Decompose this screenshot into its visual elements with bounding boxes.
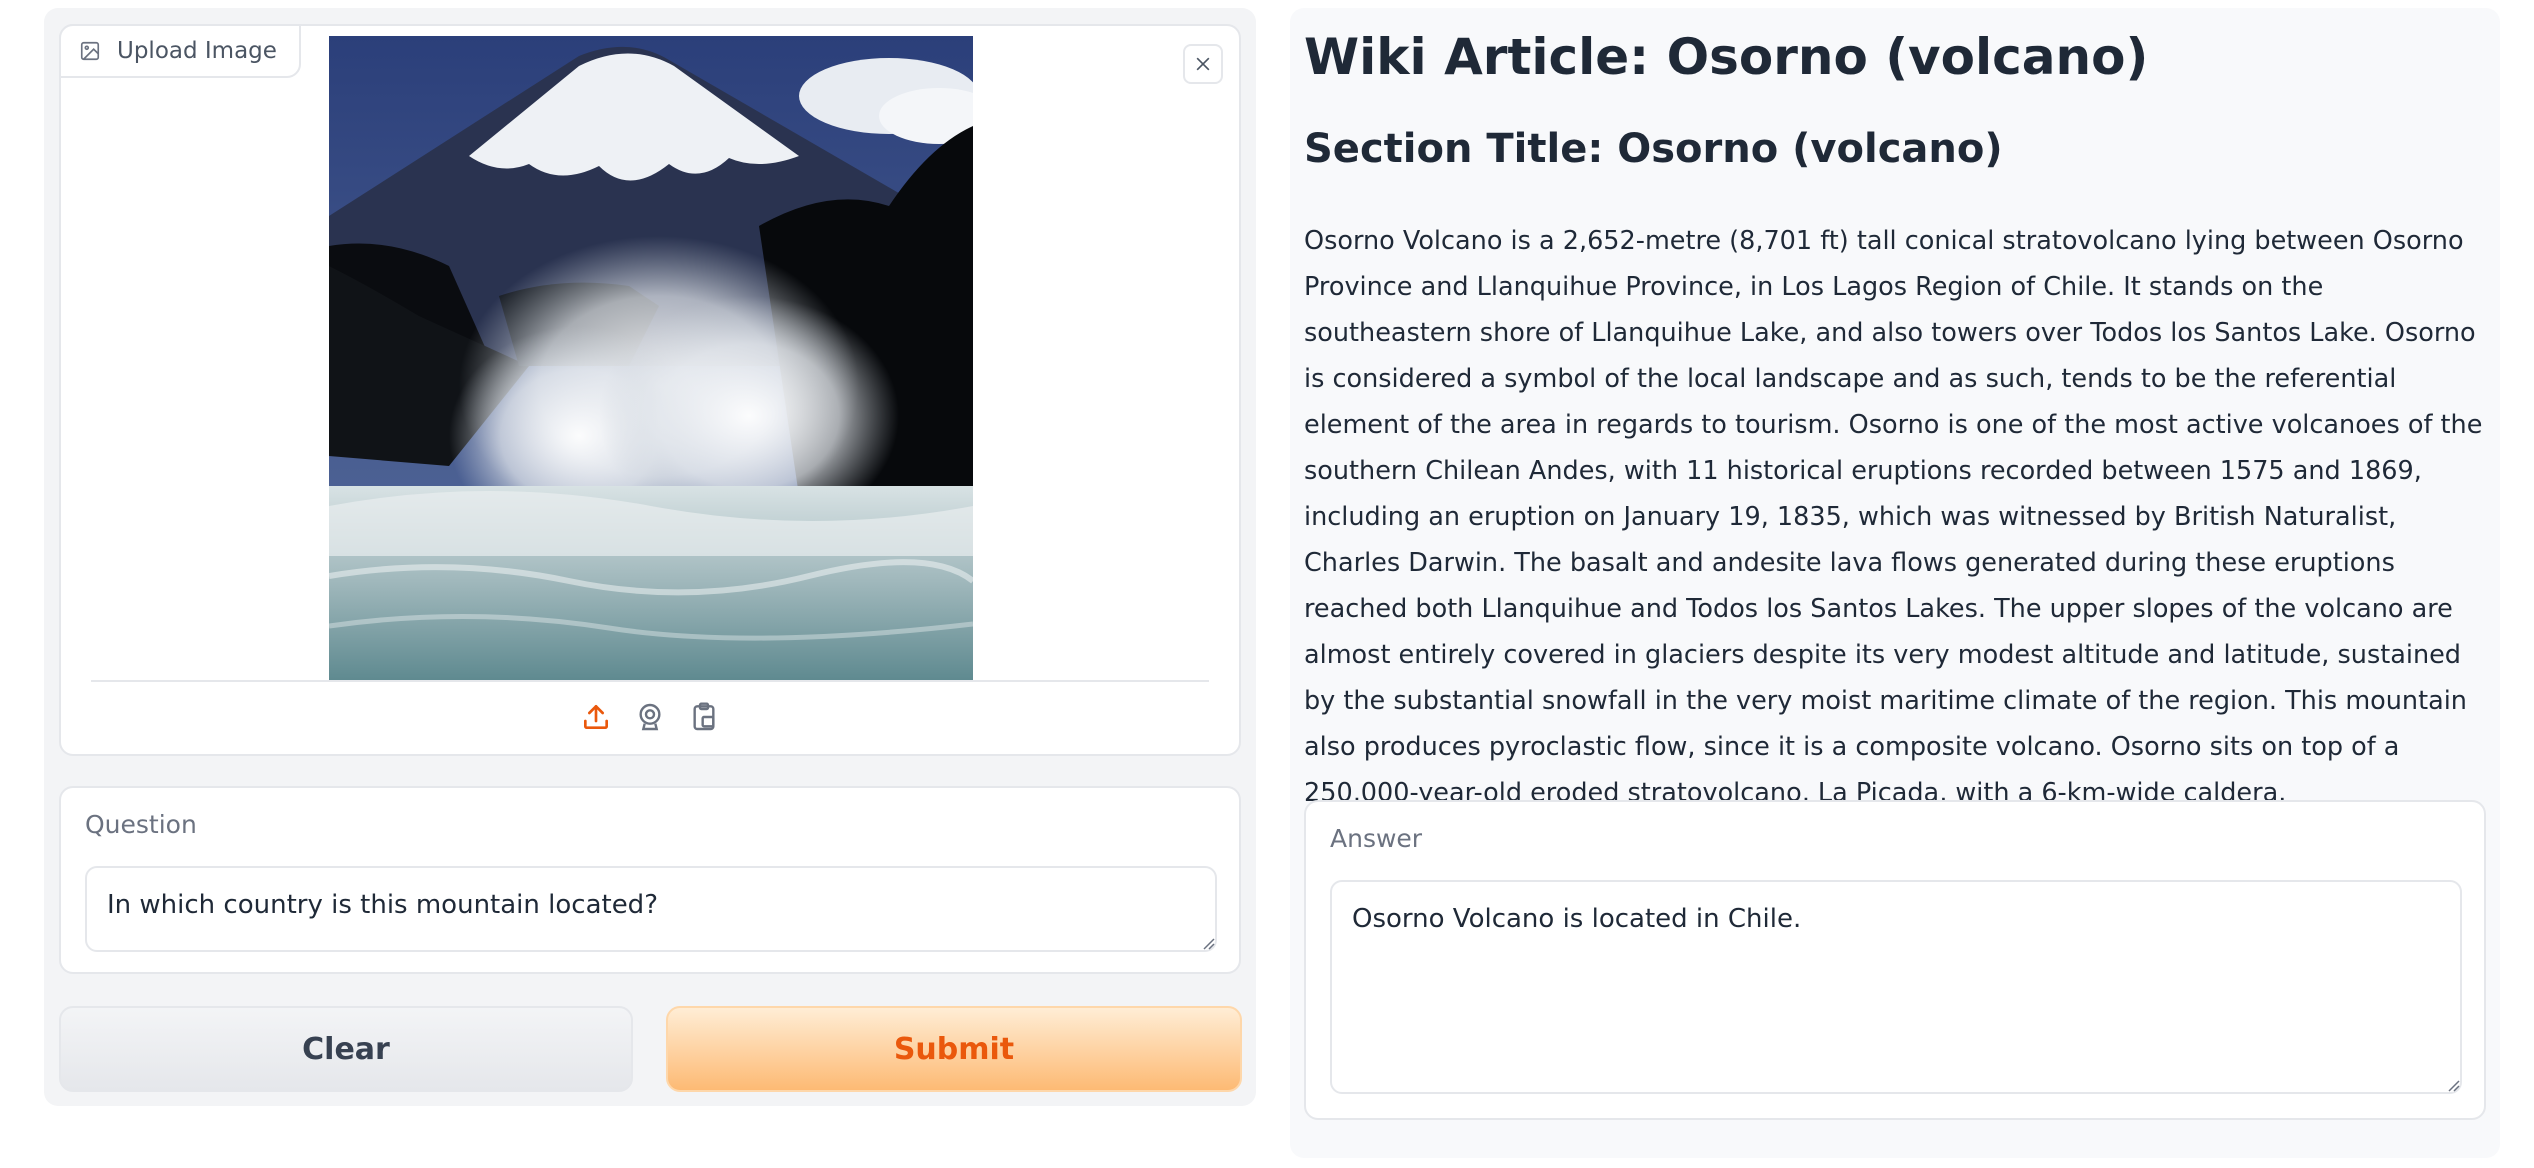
upload-divider <box>91 680 1209 682</box>
clear-button[interactable]: Clear <box>59 1006 633 1092</box>
clipboard-source-button[interactable] <box>687 698 721 736</box>
upload-image-label-text: Upload Image <box>117 38 277 64</box>
output-column: Wiki Article: Osorno (volcano) Section T… <box>1290 8 2500 1158</box>
clear-image-button[interactable] <box>1183 44 1223 84</box>
question-input[interactable]: In which country is this mountain locate… <box>85 866 1217 952</box>
image-source-toolbar <box>61 698 1239 736</box>
upload-icon <box>584 705 608 729</box>
resize-handle-icon[interactable] <box>1199 934 1215 950</box>
article-body: Osorno Volcano is a 2,652-metre (8,701 f… <box>1304 226 2483 808</box>
submit-button[interactable]: Submit <box>666 1006 1242 1092</box>
uploaded-volcano-photo <box>329 36 973 680</box>
webcam-source-button[interactable] <box>633 698 667 736</box>
question-panel: Question In which country is this mounta… <box>59 786 1241 974</box>
upload-image-label: Upload Image <box>59 24 301 78</box>
webcam-icon <box>639 703 661 731</box>
article-title: Wiki Article: Osorno (volcano) <box>1304 28 2149 86</box>
answer-label: Answer <box>1330 824 1423 853</box>
question-label: Question <box>85 810 197 839</box>
answer-panel: Answer Osorno Volcano is located in Chil… <box>1304 800 2486 1120</box>
image-icon <box>80 41 100 61</box>
clipboard-icon <box>693 702 715 731</box>
upload-source-button[interactable] <box>579 698 613 736</box>
close-icon <box>1196 57 1210 71</box>
image-upload-panel[interactable]: Upload Image <box>59 24 1241 756</box>
section-title: Section Title: Osorno (volcano) <box>1304 126 2003 172</box>
answer-output[interactable]: Osorno Volcano is located in Chile. <box>1330 880 2462 1094</box>
input-column: Upload Image Question In which country i… <box>44 8 1256 1106</box>
resize-handle-icon[interactable] <box>2444 1076 2460 1092</box>
